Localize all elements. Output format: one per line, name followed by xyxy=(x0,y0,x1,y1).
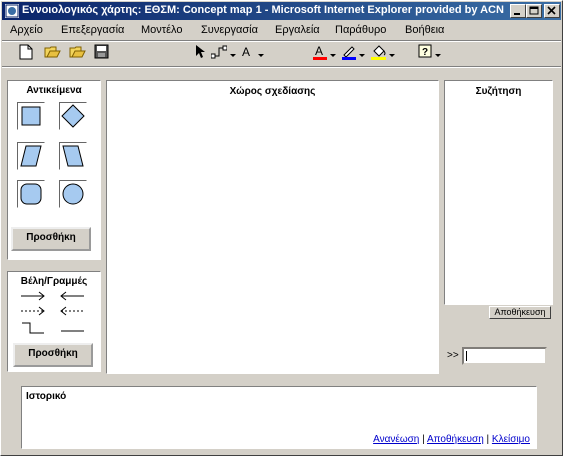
objects-panel: Αντικείμενα Προσθήκη xyxy=(7,80,101,260)
discussion-title: Συζήτηση xyxy=(475,86,522,97)
history-panel: Ιστορικό Ανανέωση | Αποθήκευση | Κλείσιμ… xyxy=(21,386,537,449)
font-color-icon[interactable]: A xyxy=(313,44,327,62)
minimize-button[interactable] xyxy=(510,4,526,18)
canvas-title: Χώρος σχεδίασης xyxy=(229,86,316,97)
menu-help[interactable]: Βοήθεια xyxy=(405,24,444,36)
toolbar-separator xyxy=(2,66,561,68)
fill-color-dropdown-icon[interactable] xyxy=(389,49,395,61)
help-dropdown-icon[interactable] xyxy=(435,49,441,61)
add-line-button[interactable]: Προσθήκη xyxy=(13,343,93,367)
minimize-icon xyxy=(514,13,520,15)
open-folder-icon[interactable] xyxy=(44,44,61,62)
text-dropdown-icon[interactable] xyxy=(258,49,264,61)
arrows-panel-title: Βέλη/Γραμμές xyxy=(20,276,88,287)
history-links: Ανανέωση | Αποθήκευση | Κλείσιμο xyxy=(373,434,530,445)
link-divider: | xyxy=(483,434,492,445)
new-document-icon[interactable] xyxy=(19,44,33,62)
connector-dropdown-icon[interactable] xyxy=(230,49,236,61)
refresh-link[interactable]: Ανανέωση xyxy=(373,434,419,445)
rectangle-shape[interactable] xyxy=(17,102,45,130)
toolbar: A A ? xyxy=(2,42,561,64)
svg-text:A: A xyxy=(315,44,323,58)
font-color-dropdown-icon[interactable] xyxy=(330,49,336,61)
arrow-left-dashed[interactable] xyxy=(59,306,85,319)
svg-text:?: ? xyxy=(422,47,428,58)
menu-tools[interactable]: Εργαλεία xyxy=(275,24,320,36)
history-title: Ιστορικό xyxy=(26,391,67,402)
pointer-icon[interactable] xyxy=(195,44,205,62)
line-color-icon[interactable] xyxy=(342,44,356,62)
text-tool[interactable]: A xyxy=(242,44,250,62)
menu-bar: Αρχείο Επεξεργασία Μοντέλο Συνεργασία Ερ… xyxy=(2,21,561,40)
link-divider: | xyxy=(419,434,427,445)
arrow-right-dashed[interactable] xyxy=(20,306,46,319)
menu-window[interactable]: Παράθυρο xyxy=(335,24,386,36)
text-icon: A xyxy=(242,45,251,59)
add-object-button[interactable]: Προσθήκη xyxy=(11,227,91,251)
menu-collaboration[interactable]: Συνεργασία xyxy=(201,24,258,36)
arrow-left-solid[interactable] xyxy=(59,291,85,304)
chat-prompt: >> xyxy=(447,350,459,361)
plain-line[interactable] xyxy=(59,325,85,337)
close-button[interactable] xyxy=(544,4,560,18)
title-bar[interactable]: Εννοιολογικός χάρτης: ΕΘΣΜ: Concept map … xyxy=(2,2,561,20)
arrows-panel: Βέλη/Γραμμές Προσθήκη xyxy=(7,271,101,372)
circle-shape[interactable] xyxy=(59,180,87,208)
trapezoid-shape[interactable] xyxy=(59,142,87,170)
open-folder-icon[interactable] xyxy=(69,44,86,62)
maximize-button[interactable] xyxy=(526,4,542,18)
diamond-shape[interactable] xyxy=(59,102,87,130)
rounded-square-shape[interactable] xyxy=(17,180,45,208)
save-link[interactable]: Αποθήκευση xyxy=(427,434,484,445)
discussion-panel: Συζήτηση xyxy=(444,80,553,305)
chat-input[interactable] xyxy=(462,347,547,365)
help-icon[interactable]: ? xyxy=(418,44,432,62)
connector-icon[interactable] xyxy=(211,44,227,62)
arrow-right-solid[interactable] xyxy=(20,291,46,304)
fill-color-icon[interactable] xyxy=(371,44,386,62)
close-icon xyxy=(547,6,556,15)
save-disk-icon[interactable] xyxy=(94,44,109,62)
drawing-canvas[interactable]: Χώρος σχεδίασης xyxy=(106,80,439,374)
save-discussion-button[interactable]: Αποθήκευση xyxy=(489,306,551,319)
text-cursor xyxy=(466,351,467,361)
menu-file[interactable]: Αρχείο xyxy=(10,24,43,36)
menu-model[interactable]: Μοντέλο xyxy=(141,24,182,36)
menu-edit[interactable]: Επεξεργασία xyxy=(61,24,124,36)
maximize-icon xyxy=(529,6,539,15)
elbow-line[interactable] xyxy=(20,321,46,338)
line-color-dropdown-icon[interactable] xyxy=(359,49,365,61)
objects-panel-title: Αντικείμενα xyxy=(26,85,82,96)
app-icon xyxy=(5,4,19,18)
parallelogram-shape[interactable] xyxy=(17,142,45,170)
chat-box: >> xyxy=(444,343,553,370)
close-link[interactable]: Κλείσιμο xyxy=(492,434,530,445)
window-title: Εννοιολογικός χάρτης: ΕΘΣΜ: Concept map … xyxy=(22,4,504,16)
